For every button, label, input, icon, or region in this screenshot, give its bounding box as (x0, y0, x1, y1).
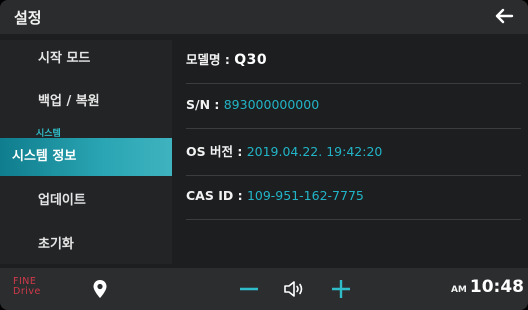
model-row: 모델명 : Q30 (186, 40, 521, 84)
sidebar-item-label: 시스템 정보 (12, 149, 77, 164)
settings-screen: 설정 시작 모드 백업 / 복원 시스템 시스템 정보 업데이트 초기화 모델명… (0, 0, 528, 310)
os-version-row: OS 버전 : 2019.04.22. 19:42:20 (186, 132, 521, 176)
clock-ampm: AM (450, 285, 467, 295)
speaker-icon[interactable] (282, 278, 306, 300)
clock-time: 10:48 (469, 277, 524, 297)
sidebar-item-start-mode[interactable]: 시작 모드 (0, 40, 172, 78)
header-bar: 설정 (0, 0, 528, 34)
settings-sidebar: 시작 모드 백업 / 복원 시스템 시스템 정보 업데이트 초기화 (0, 40, 172, 264)
volume-plus-icon[interactable] (330, 278, 352, 300)
serial-label: S/N : (186, 97, 224, 112)
arrow-left-icon (495, 8, 514, 24)
back-button[interactable] (490, 2, 518, 30)
volume-minus-icon[interactable] (238, 278, 260, 300)
logo-text-bottom: Drive (13, 286, 41, 297)
sidebar-item-label: 업데이트 (38, 193, 86, 208)
finedrive-logo: FINE Drive (13, 277, 57, 303)
serial-value: 893000000000 (223, 97, 320, 112)
os-version-label: OS 버전 : (186, 144, 247, 159)
cas-id-row: CAS ID : 109-951-162-7775 (186, 176, 521, 220)
sidebar-item-update[interactable]: 업데이트 (0, 182, 172, 220)
sidebar-item-label: 초기화 (38, 237, 74, 252)
cas-id-value: 109-951-162-7775 (246, 188, 364, 203)
model-label: 모델명 : (186, 52, 235, 67)
model-value: Q30 (234, 52, 268, 68)
clock: AM 10:48 (451, 277, 524, 301)
os-version-value: 2019.04.22. 19:42:20 (246, 144, 383, 159)
page-title: 설정 (14, 9, 42, 27)
sidebar-item-label: 시작 모드 (38, 51, 91, 66)
system-info-panel: 모델명 : Q30 S/N : 893000000000 OS 버전 : 201… (172, 40, 522, 264)
serial-row: S/N : 893000000000 (186, 85, 521, 129)
sidebar-item-reset[interactable]: 초기화 (0, 226, 172, 264)
sidebar-item-system-info[interactable]: 시스템 정보 (0, 138, 172, 176)
location-pin-icon[interactable] (92, 279, 108, 299)
sidebar-item-backup-restore[interactable]: 백업 / 복원 (0, 83, 172, 121)
sidebar-item-label: 백업 / 복원 (38, 94, 100, 109)
bottom-bar: FINE Drive AM 10:48 (0, 268, 528, 310)
cas-id-label: CAS ID : (186, 188, 247, 203)
